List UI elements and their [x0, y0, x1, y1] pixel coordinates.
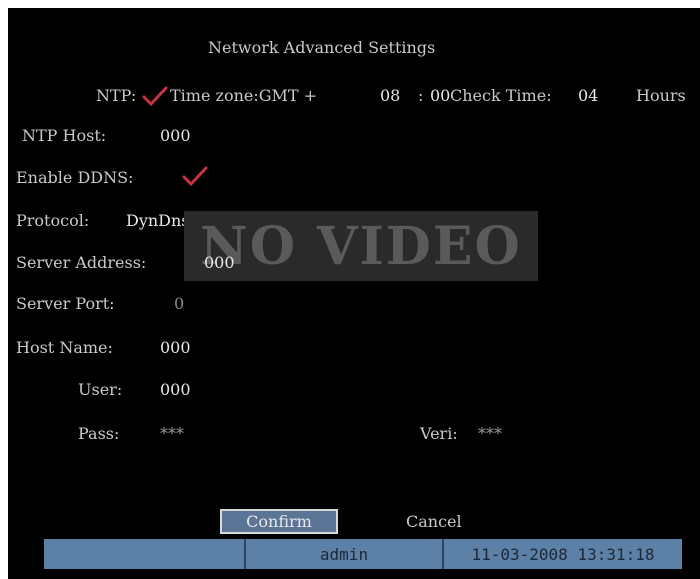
timezone-label: Time zone:GMT + — [170, 86, 318, 105]
status-segment-empty — [44, 539, 244, 569]
checkmark-icon — [142, 86, 168, 106]
ntp-host-field[interactable]: 000 — [160, 126, 191, 145]
no-video-overlay: NO VIDEO — [184, 211, 538, 281]
server-address-label: Server Address: — [16, 253, 147, 272]
user-label: User: — [78, 380, 123, 399]
ntp-checkbox[interactable] — [142, 86, 168, 106]
protocol-select[interactable]: DynDns — [126, 211, 190, 230]
host-name-label: Host Name: — [16, 338, 113, 357]
status-bar: admin 11-03-2008 13:31:18 — [44, 539, 682, 569]
server-address-field[interactable]: 000 — [204, 253, 235, 272]
status-user: admin — [319, 544, 369, 564]
pass-field[interactable]: *** — [160, 424, 184, 443]
check-time-unit: Hours — [636, 86, 686, 105]
cancel-button[interactable]: Cancel — [406, 512, 462, 531]
check-time-field[interactable]: 04 — [578, 86, 598, 105]
veri-label: Veri: — [420, 424, 458, 443]
server-port-field[interactable]: 0 — [174, 294, 184, 313]
timezone-hours-field[interactable]: 08 — [380, 86, 400, 105]
status-datetime: 11-03-2008 13:31:18 — [471, 544, 655, 564]
user-field[interactable]: 000 — [160, 380, 191, 399]
ntp-label: NTP: — [96, 86, 137, 105]
timezone-separator: : — [418, 86, 424, 105]
dvr-screen: Network Advanced Settings NTP: Time zone… — [8, 8, 700, 579]
veri-field[interactable]: *** — [478, 424, 502, 443]
protocol-label: Protocol: — [16, 211, 90, 230]
host-name-field[interactable]: 000 — [160, 338, 191, 357]
page-title: Network Advanced Settings — [208, 38, 436, 57]
timezone-minutes-field[interactable]: 00 — [430, 86, 450, 105]
enable-ddns-checkbox[interactable] — [182, 166, 208, 186]
confirm-button[interactable]: Confirm — [220, 509, 338, 534]
server-port-label: Server Port: — [16, 294, 115, 313]
ntp-host-label: NTP Host: — [22, 126, 107, 145]
pass-label: Pass: — [78, 424, 120, 443]
enable-ddns-label: Enable DDNS: — [16, 168, 134, 187]
checkmark-icon — [182, 166, 208, 186]
check-time-label: Check Time: — [450, 86, 552, 105]
